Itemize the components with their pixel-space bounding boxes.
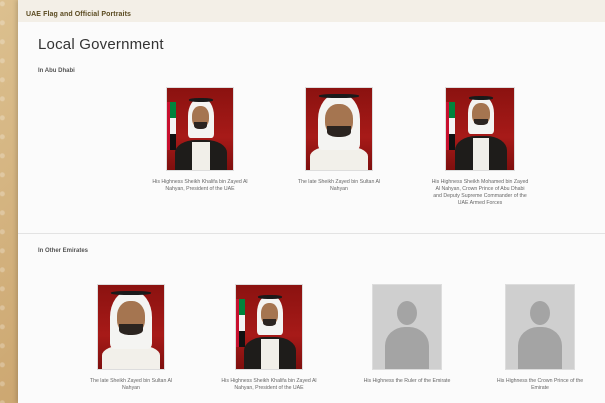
- portrait-caption: His Highness Sheikh Khalifa bin Zayed Al…: [221, 378, 317, 391]
- breadcrumb[interactable]: UAE Flag and Official Portraits: [26, 11, 131, 18]
- portrait-caption: His Highness Sheikh Khalifa bin Zayed Al…: [152, 179, 248, 192]
- portrait-card[interactable]: His Highness the Crown Prince of the Emi…: [485, 284, 595, 392]
- person-silhouette-icon: [397, 301, 417, 325]
- portrait-caption: The late Sheikh Zayed bin Sultan Al Nahy…: [297, 179, 381, 192]
- portrait-card[interactable]: His Highness the Ruler of the Emirate: [352, 284, 462, 385]
- portrait-card[interactable]: His Highness Sheikh Mohamed bin Zayed Al…: [425, 87, 535, 207]
- portrait-photo[interactable]: [166, 87, 234, 171]
- portrait-photo[interactable]: [97, 284, 165, 370]
- content-card: UAE Flag and Official Portraits Local Go…: [18, 0, 605, 403]
- uae-flag: [167, 102, 176, 150]
- section-divider: [18, 233, 605, 234]
- portrait-caption: His Highness the Crown Prince of the Emi…: [496, 378, 584, 391]
- portrait-caption: His Highness the Ruler of the Emirate: [363, 378, 451, 384]
- uae-flag: [236, 299, 245, 347]
- portrait-photo[interactable]: [305, 87, 373, 171]
- section-label-abu-dhabi: In Abu Dhabi: [38, 68, 75, 74]
- portrait-card[interactable]: The late Sheikh Zayed bin Sultan Al Nahy…: [284, 87, 394, 193]
- uae-flag: [446, 102, 455, 150]
- person-silhouette-icon: [530, 301, 550, 325]
- section-label-other-emirates: In Other Emirates: [38, 248, 89, 254]
- portrait-placeholder[interactable]: [505, 284, 575, 370]
- portrait-card[interactable]: The late Sheikh Zayed bin Sultan Al Nahy…: [76, 284, 186, 392]
- portrait-caption: The late Sheikh Zayed bin Sultan Al Nahy…: [89, 378, 173, 391]
- portrait-photo[interactable]: [445, 87, 515, 171]
- page-title: Local Government: [38, 36, 164, 53]
- portrait-caption: His Highness Sheikh Mohamed bin Zayed Al…: [431, 179, 529, 206]
- portrait-card[interactable]: His Highness Sheikh Khalifa bin Zayed Al…: [145, 87, 255, 193]
- portrait-photo[interactable]: [235, 284, 303, 370]
- portrait-placeholder[interactable]: [372, 284, 442, 370]
- portrait-card[interactable]: His Highness Sheikh Khalifa bin Zayed Al…: [214, 284, 324, 392]
